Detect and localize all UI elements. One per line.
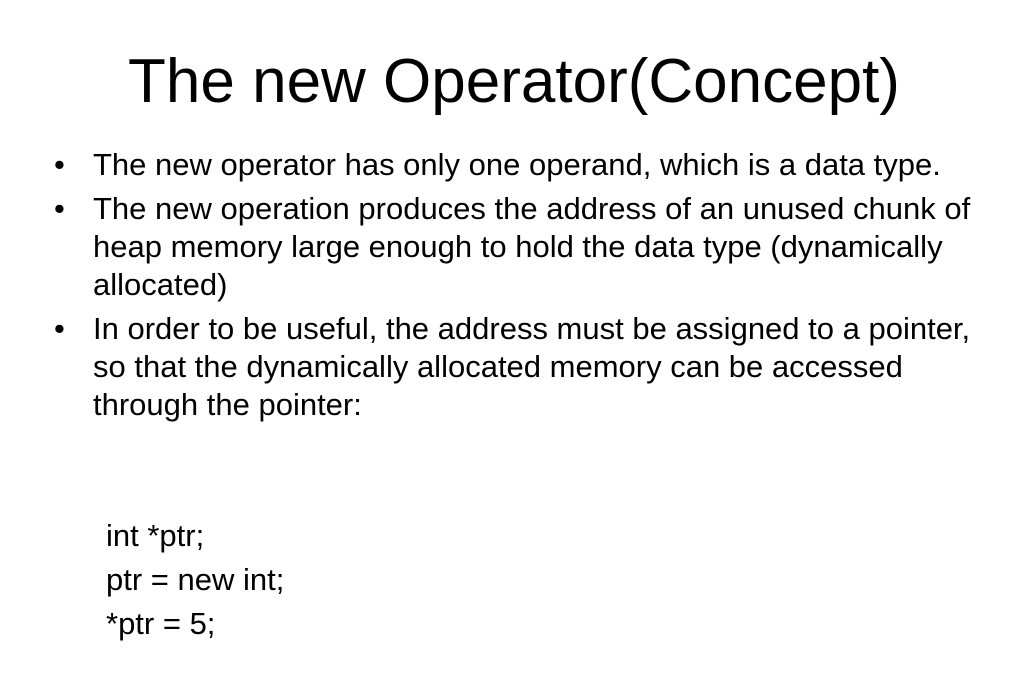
bullet-item: • The new operation produces the address…	[54, 190, 984, 304]
bullet-list: • The new operator has only one operand,…	[54, 146, 984, 430]
code-line: *ptr = 5;	[106, 606, 216, 641]
bullet-item: • The new operator has only one operand,…	[54, 146, 984, 184]
code-line: ptr = new int;	[106, 562, 285, 597]
bullet-text: The new operation produces the address o…	[93, 191, 971, 302]
bullet-marker: •	[54, 147, 65, 182]
bullet-item: • In order to be useful, the address mus…	[54, 310, 984, 424]
code-line: int *ptr;	[106, 518, 205, 553]
bullet-text: The new operator has only one operand, w…	[93, 147, 941, 182]
bullet-marker: •	[54, 311, 65, 346]
bullet-marker: •	[54, 191, 65, 226]
slide-title: The new Operator(Concept)	[128, 47, 900, 116]
slide: The new Operator(Concept) • The new oper…	[0, 0, 1028, 697]
code-block: int *ptr; ptr = new int; *ptr = 5;	[106, 514, 284, 646]
bullet-text: In order to be useful, the address must …	[93, 311, 971, 422]
